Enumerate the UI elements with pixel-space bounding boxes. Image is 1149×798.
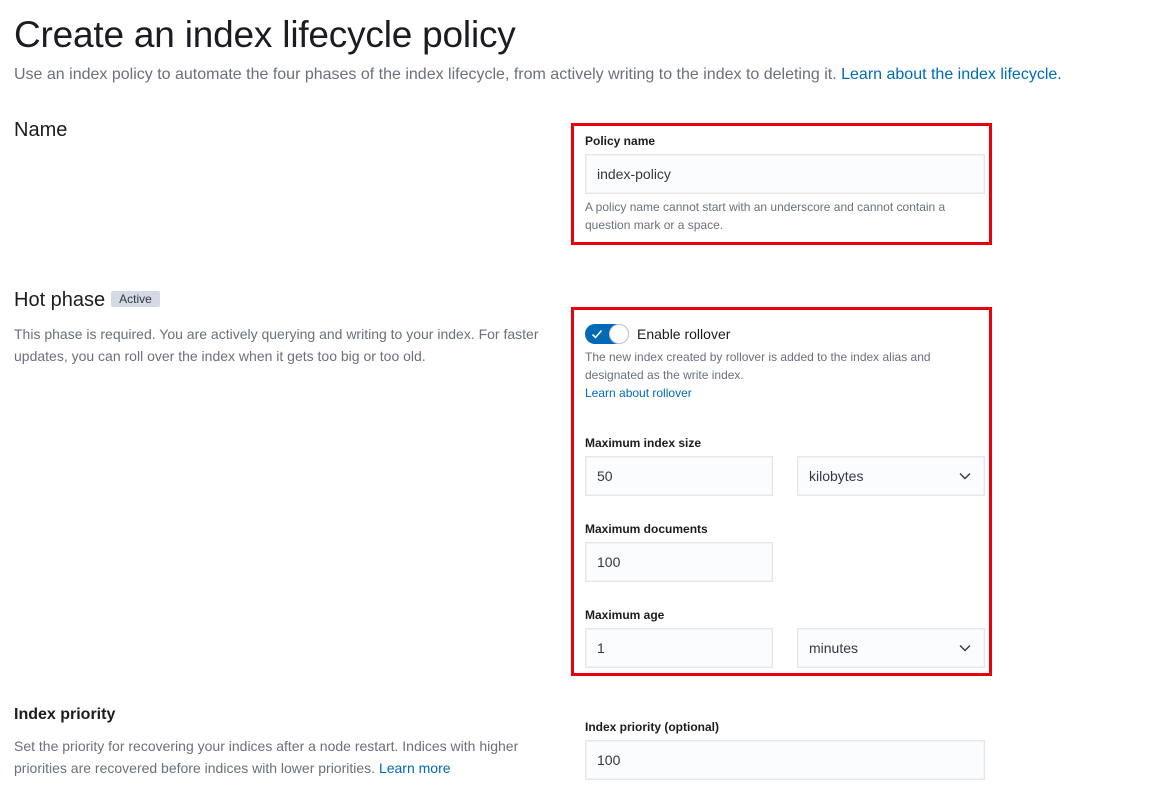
max-index-size-value: 50 xyxy=(597,468,613,484)
learn-about-rollover-link[interactable]: Learn about rollover xyxy=(585,386,692,400)
max-documents-label: Maximum documents xyxy=(585,522,708,536)
chevron-down-icon xyxy=(959,473,971,480)
check-icon xyxy=(591,329,603,339)
index-priority-label: Index priority (optional) xyxy=(585,720,719,734)
max-documents-input[interactable]: 100 xyxy=(585,542,773,582)
chevron-down-icon xyxy=(959,645,971,652)
max-age-unit-value: minutes xyxy=(809,640,859,656)
learn-index-lifecycle-link[interactable]: Learn about the index lifecycle. xyxy=(841,66,1062,83)
page-title: Create an index lifecycle policy xyxy=(14,14,516,55)
max-index-size-unit-value: kilobytes xyxy=(809,468,864,484)
hot-phase-description: This phase is required. You are actively… xyxy=(14,326,539,364)
hot-phase-title-text: Hot phase xyxy=(14,289,106,311)
policy-name-input[interactable]: index-policy xyxy=(585,154,985,194)
index-priority-learn-more-link[interactable]: Learn more xyxy=(379,760,451,776)
name-section-title: Name xyxy=(14,119,68,141)
max-age-input[interactable]: 1 xyxy=(585,628,773,668)
rollover-toggle-row[interactable]: Enable rollover xyxy=(585,324,730,344)
enable-rollover-switch[interactable] xyxy=(585,324,629,344)
index-priority-value: 100 xyxy=(597,752,621,768)
max-documents-value: 100 xyxy=(597,554,621,570)
enable-rollover-label: Enable rollover xyxy=(637,326,731,342)
max-index-size-unit-select[interactable]: kilobytes xyxy=(797,456,985,496)
max-age-unit-select[interactable]: minutes xyxy=(797,628,985,668)
max-index-size-label: Maximum index size xyxy=(585,436,702,450)
rollover-help: The new index created by rollover is add… xyxy=(585,348,975,402)
max-age-value: 1 xyxy=(597,640,605,656)
index-priority-input[interactable]: 100 xyxy=(585,740,985,780)
page-subtitle: Use an index policy to automate the four… xyxy=(14,66,1062,84)
index-priority-description: Set the priority for recovering your ind… xyxy=(14,735,559,779)
max-age-label: Maximum age xyxy=(585,608,665,622)
rollover-help-text: The new index created by rollover is add… xyxy=(585,350,931,382)
policy-name-help: A policy name cannot start with an under… xyxy=(585,200,946,232)
policy-name-value: index-policy xyxy=(597,166,671,182)
policy-name-label: Policy name xyxy=(585,134,656,148)
index-priority-title: Index priority xyxy=(14,706,116,723)
hot-phase-title: Hot phase Active xyxy=(14,289,160,312)
max-index-size-input[interactable]: 50 xyxy=(585,456,773,496)
switch-knob xyxy=(609,324,629,344)
page-subtitle-text: Use an index policy to automate the four… xyxy=(14,66,837,83)
active-badge: Active xyxy=(111,291,160,307)
